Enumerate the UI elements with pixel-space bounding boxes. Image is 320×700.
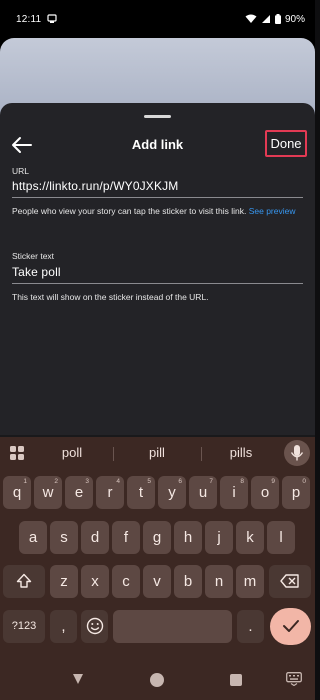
- shift-icon: [16, 573, 32, 588]
- see-preview-link[interactable]: See preview: [249, 206, 296, 216]
- url-helper-text: People who view your story can tap the s…: [12, 206, 303, 217]
- sticker-helper-text: This text will show on the sticker inste…: [12, 292, 209, 302]
- suggestion-2[interactable]: pill: [127, 445, 187, 460]
- key-v[interactable]: v: [143, 565, 171, 598]
- key-i[interactable]: i8: [220, 476, 248, 509]
- key-n[interactable]: n: [205, 565, 233, 598]
- key-c[interactable]: c: [112, 565, 140, 598]
- key-p[interactable]: p0: [282, 476, 310, 509]
- key-z[interactable]: z: [50, 565, 78, 598]
- key-a[interactable]: a: [19, 521, 47, 554]
- backspace-key[interactable]: [269, 565, 311, 598]
- status-time: 12:11: [16, 13, 42, 25]
- comma-key[interactable]: ,: [50, 610, 77, 643]
- key-s[interactable]: s: [50, 521, 78, 554]
- enter-key[interactable]: [270, 608, 311, 645]
- keyboard-switch-icon[interactable]: [286, 672, 302, 686]
- status-bar: 12:11 90%: [0, 0, 315, 38]
- suggestion-1[interactable]: poll: [42, 445, 102, 460]
- suggestion-divider: [113, 447, 114, 461]
- url-helper-message: People who view your story can tap the s…: [12, 206, 247, 216]
- space-key[interactable]: [113, 610, 232, 643]
- done-button[interactable]: Done: [265, 130, 307, 157]
- key-j[interactable]: j: [205, 521, 233, 554]
- suggestion-divider: [201, 447, 202, 461]
- sticker-text-underline: [12, 283, 303, 284]
- add-link-sheet: Add link Done URL https://linkto.run/p/W…: [0, 103, 315, 435]
- sticker-text-label: Sticker text: [12, 251, 55, 261]
- signal-icon: [261, 15, 270, 23]
- battery-icon: [274, 14, 281, 24]
- emoji-key[interactable]: [81, 610, 108, 643]
- battery-level: 90%: [284, 13, 305, 25]
- url-underline: [12, 197, 303, 198]
- keyboard: poll pill pills q1 w2 e3 r4 t5 y6 u7 i8 …: [0, 437, 315, 655]
- apps-grid-icon[interactable]: [10, 446, 24, 460]
- nav-recents-button[interactable]: [230, 674, 242, 686]
- sticker-text-input[interactable]: Take poll: [12, 265, 61, 279]
- emoji-icon: [86, 617, 103, 635]
- key-e[interactable]: e3: [65, 476, 93, 509]
- key-h[interactable]: h: [174, 521, 202, 554]
- shift-key[interactable]: [3, 565, 45, 598]
- mic-button[interactable]: [284, 440, 310, 466]
- nav-home-button[interactable]: [150, 673, 164, 687]
- suggestion-3[interactable]: pills: [211, 445, 271, 460]
- key-g[interactable]: g: [143, 521, 171, 554]
- key-k[interactable]: k: [236, 521, 264, 554]
- checkmark-icon: [282, 620, 299, 632]
- key-t[interactable]: t5: [127, 476, 155, 509]
- notification-icon: [47, 14, 57, 23]
- key-d[interactable]: d: [81, 521, 109, 554]
- key-x[interactable]: x: [81, 565, 109, 598]
- key-o[interactable]: o9: [251, 476, 279, 509]
- symbols-key[interactable]: ?123: [3, 610, 45, 643]
- wifi-icon: [245, 14, 257, 23]
- sheet-grabber[interactable]: [144, 115, 171, 118]
- suggestion-strip: poll pill pills: [0, 437, 315, 469]
- key-f[interactable]: f: [112, 521, 140, 554]
- key-u[interactable]: u7: [189, 476, 217, 509]
- url-label: URL: [12, 166, 30, 176]
- key-b[interactable]: b: [174, 565, 202, 598]
- microphone-icon: [290, 445, 304, 461]
- period-key[interactable]: .: [237, 610, 264, 643]
- navigation-bar: [0, 655, 315, 700]
- key-y[interactable]: y6: [158, 476, 186, 509]
- nav-back-icon[interactable]: [72, 673, 84, 685]
- key-w[interactable]: w2: [34, 476, 62, 509]
- backspace-icon: [280, 574, 299, 588]
- url-input[interactable]: https://linkto.run/p/WY0JXKJM: [12, 179, 178, 193]
- sheet-header: Add link Done: [0, 130, 315, 160]
- key-l[interactable]: l: [267, 521, 295, 554]
- key-r[interactable]: r4: [96, 476, 124, 509]
- key-q[interactable]: q1: [3, 476, 31, 509]
- key-m[interactable]: m: [236, 565, 264, 598]
